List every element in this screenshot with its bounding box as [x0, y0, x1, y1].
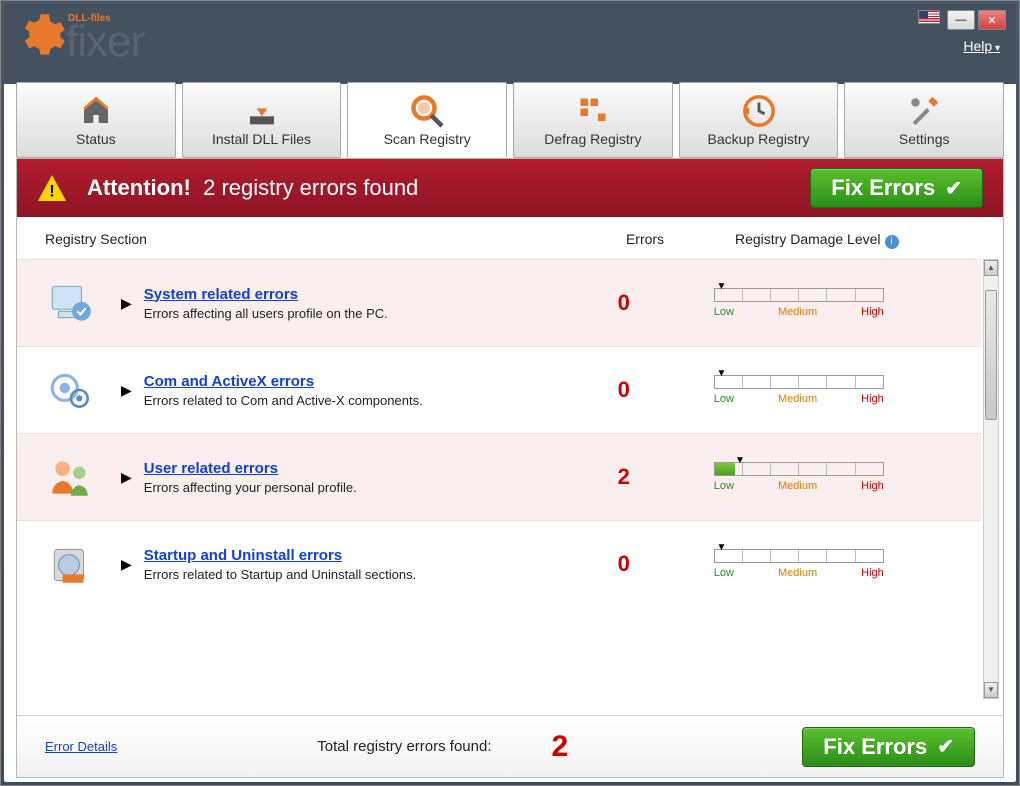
scrollbar[interactable]: ▲ ▼: [983, 259, 999, 699]
magnifier-icon: [409, 93, 445, 129]
info-icon[interactable]: i: [885, 235, 899, 249]
tab-settings[interactable]: Settings: [844, 82, 1004, 158]
language-flag-icon[interactable]: [918, 10, 940, 24]
col-damage: Registry Damage Leveli: [705, 231, 975, 249]
scroll-up[interactable]: ▲: [984, 260, 998, 276]
fix-label: Fix Errors: [831, 175, 935, 201]
expand-arrow-icon[interactable]: ▶: [121, 469, 132, 486]
window-inner: DLL-files fixer — ✕ Help Status Install …: [4, 4, 1016, 782]
category-desc: Errors affecting your personal profile.: [144, 480, 564, 495]
tools-icon: [906, 93, 942, 129]
category-link[interactable]: User related errors: [144, 460, 278, 477]
check-icon: ✔: [945, 176, 962, 201]
damage-cell: ▼ LowMediumHigh: [684, 288, 957, 318]
logo-name: fixer: [66, 24, 144, 59]
svg-text:!: !: [49, 181, 55, 200]
total-count: 2: [552, 730, 569, 764]
row-body: Com and ActiveX errors Errors related to …: [144, 373, 564, 408]
damage-meter: ▼: [714, 462, 884, 476]
main-tabs: Status Install DLL Files Scan Registry D…: [4, 82, 1016, 158]
defrag-icon: [575, 93, 611, 129]
category-desc: Errors related to Com and Active-X compo…: [144, 393, 564, 408]
tab-backup[interactable]: Backup Registry: [679, 82, 839, 158]
category-link[interactable]: Com and ActiveX errors: [144, 373, 314, 390]
row-body: User related errors Errors affecting your…: [144, 460, 564, 495]
damage-labels: LowMediumHigh: [714, 393, 884, 405]
close-button[interactable]: ✕: [978, 10, 1006, 30]
damage-labels: LowMediumHigh: [714, 567, 884, 579]
titlebar: DLL-files fixer — ✕ Help: [4, 4, 1016, 84]
category-desc: Errors related to Startup and Uninstall …: [144, 567, 564, 582]
tab-install[interactable]: Install DLL Files: [182, 82, 342, 158]
category-link[interactable]: System related errors: [144, 286, 298, 303]
expand-arrow-icon[interactable]: ▶: [121, 556, 132, 573]
total-label: Total registry errors found:: [317, 738, 491, 755]
fix-errors-button-bottom[interactable]: Fix Errors ✔: [802, 727, 975, 767]
damage-cell: ▼ LowMediumHigh: [684, 462, 957, 492]
check-icon: ✔: [937, 734, 954, 759]
result-row: ▶ System related errors Errors affecting a…: [17, 259, 981, 346]
clock-backup-icon: [741, 93, 777, 129]
fix-label: Fix Errors: [823, 734, 927, 760]
damage-cell: ▼ LowMediumHigh: [684, 375, 957, 405]
help-menu[interactable]: Help: [963, 38, 1000, 54]
banner-message: 2 registry errors found: [203, 175, 418, 200]
tab-status[interactable]: Status: [16, 82, 176, 158]
column-headers: Registry Section Errors Registry Damage …: [17, 217, 1003, 259]
category-desc: Errors affecting all users profile on th…: [144, 306, 564, 321]
damage-meter: ▼: [714, 288, 884, 302]
attention-word: Attention!: [87, 175, 191, 200]
tab-label: Install DLL Files: [212, 131, 311, 147]
scroll-thumb[interactable]: [985, 290, 997, 420]
tab-label: Settings: [899, 131, 950, 147]
tab-defrag[interactable]: Defrag Registry: [513, 82, 673, 158]
scroll-down[interactable]: ▼: [984, 682, 998, 698]
attention-banner: ! Attention! 2 registry errors found Fix…: [17, 159, 1003, 217]
error-count: 0: [564, 551, 684, 577]
result-row: ▶ Com and ActiveX errors Errors related to…: [17, 346, 981, 433]
result-row: ▶ Startup and Uninstall errors Errors rela…: [17, 520, 981, 607]
col-errors: Errors: [585, 231, 705, 249]
error-count: 0: [564, 290, 684, 316]
error-details-link[interactable]: Error Details: [45, 739, 117, 754]
warning-icon: !: [37, 175, 67, 201]
category-icon: [41, 452, 101, 502]
home-icon: [78, 93, 114, 129]
app-logo: DLL-files fixer: [14, 10, 144, 62]
scan-results: ▶ System related errors Errors affecting a…: [17, 259, 1003, 699]
expand-arrow-icon[interactable]: ▶: [121, 382, 132, 399]
app-window: DLL-files fixer — ✕ Help Status Install …: [0, 0, 1020, 786]
footer-bar: Error Details Total registry errors foun…: [17, 715, 1003, 777]
result-row: ▶ User related errors Errors affecting you…: [17, 433, 981, 520]
tab-scan-registry[interactable]: Scan Registry: [347, 82, 507, 158]
download-icon: [244, 93, 280, 129]
error-count: 0: [564, 377, 684, 403]
titlebar-right: — ✕ Help: [918, 10, 1006, 54]
col-section: Registry Section: [45, 231, 585, 249]
window-controls: — ✕: [918, 10, 1006, 30]
banner-text: Attention! 2 registry errors found: [87, 175, 418, 201]
damage-labels: LowMediumHigh: [714, 306, 884, 318]
tab-label: Status: [76, 131, 116, 147]
damage-meter: ▼: [714, 549, 884, 563]
tab-label: Backup Registry: [708, 131, 810, 147]
category-icon: [41, 365, 101, 415]
tab-label: Defrag Registry: [544, 131, 641, 147]
damage-cell: ▼ LowMediumHigh: [684, 549, 957, 579]
row-body: System related errors Errors affecting al…: [144, 286, 564, 321]
category-icon: [41, 539, 101, 589]
category-icon: [41, 278, 101, 328]
error-count: 2: [564, 464, 684, 490]
content-panel: ! Attention! 2 registry errors found Fix…: [16, 158, 1004, 778]
tab-label: Scan Registry: [384, 131, 471, 147]
damage-labels: LowMediumHigh: [714, 480, 884, 492]
gear-icon: [14, 10, 66, 62]
row-body: Startup and Uninstall errors Errors relat…: [144, 547, 564, 582]
damage-meter: ▼: [714, 375, 884, 389]
minimize-button[interactable]: —: [947, 10, 975, 30]
expand-arrow-icon[interactable]: ▶: [121, 295, 132, 312]
fix-errors-button-top[interactable]: Fix Errors ✔: [810, 168, 983, 208]
category-link[interactable]: Startup and Uninstall errors: [144, 547, 342, 564]
